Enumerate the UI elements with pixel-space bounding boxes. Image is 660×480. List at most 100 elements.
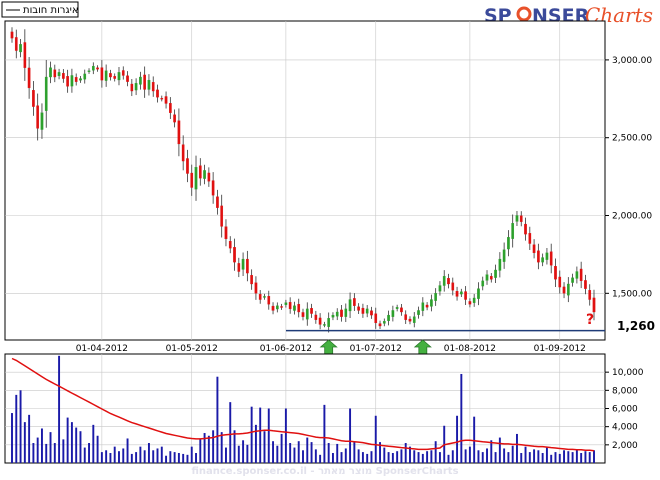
volume-bar — [366, 453, 369, 463]
candle-body — [164, 96, 168, 104]
candle-body — [498, 258, 502, 271]
volume-bar — [23, 422, 26, 463]
volume-bar — [456, 415, 459, 463]
candle-body — [331, 314, 335, 318]
candle-body — [335, 311, 339, 317]
legend-label: איגרות חובות — [23, 5, 79, 16]
volume-bar — [314, 449, 317, 463]
candle-body — [126, 75, 129, 82]
volume-bar — [421, 453, 424, 463]
candle-body — [579, 268, 583, 282]
volume-bar — [541, 453, 544, 463]
volume-bar — [242, 440, 245, 463]
candle-body — [156, 89, 159, 98]
volume-bar — [130, 453, 133, 463]
candle-body — [361, 307, 365, 314]
candle-body — [74, 77, 78, 82]
volume-bar — [404, 443, 407, 463]
candle-body — [412, 316, 416, 323]
volume-bar — [302, 450, 304, 463]
price-y-axis: 1,500.00 2,000.00 2,500.00 3,000.00 — [605, 56, 652, 299]
price-y-tick-label: 1,500.00 — [612, 289, 652, 299]
candle-body — [477, 288, 480, 299]
volume-bar — [45, 443, 48, 463]
candle-body — [323, 324, 326, 326]
volume-bar — [220, 432, 223, 463]
volume-bar — [49, 432, 52, 463]
candle-body — [549, 251, 553, 266]
volume-y-tick-label: 8,000 — [612, 386, 638, 396]
candle-body — [391, 310, 395, 317]
candle-body — [134, 83, 138, 91]
volume-bar — [575, 449, 578, 463]
candle-body — [87, 70, 91, 72]
volume-bar — [118, 451, 120, 463]
candle-body — [382, 321, 386, 324]
volume-bar — [11, 413, 13, 463]
up-arrow-icon — [319, 339, 338, 356]
volume-bar — [173, 452, 176, 463]
volume-bar — [19, 390, 22, 463]
question-mark: ? — [586, 312, 594, 328]
volume-bar — [203, 433, 206, 463]
candle-body — [584, 280, 587, 289]
candle-body — [19, 44, 22, 53]
volume-bar — [464, 449, 467, 463]
volume-bar — [156, 448, 159, 463]
volume-y-tick-label: 4,000 — [612, 423, 638, 433]
candle-body — [485, 274, 489, 281]
candle-body — [515, 215, 519, 222]
volume-bar — [105, 450, 108, 463]
candle-body — [139, 76, 142, 85]
candle-body — [211, 180, 215, 196]
candle-body — [143, 74, 146, 90]
volume-bar — [225, 447, 227, 463]
candle-body — [147, 79, 151, 90]
volume-bar — [460, 373, 463, 463]
volume-bar — [374, 415, 377, 463]
candle-body — [224, 226, 228, 240]
candle-body — [169, 103, 172, 113]
volume-bar — [344, 448, 347, 463]
volume-bar — [152, 450, 155, 463]
candle-body — [404, 314, 408, 320]
candle-body — [160, 98, 164, 100]
candle-body — [288, 302, 292, 310]
volume-bar — [468, 446, 471, 463]
volume-bar — [498, 437, 501, 463]
volume-bar — [92, 424, 95, 463]
volume-bar — [434, 441, 437, 463]
candle-body — [472, 297, 476, 303]
candle-body — [442, 276, 446, 286]
candle-body — [430, 299, 433, 307]
candle-body — [451, 282, 455, 291]
candle-body — [489, 276, 493, 280]
candle-body — [220, 205, 224, 227]
volume-bar — [584, 451, 587, 463]
volume-bar — [567, 451, 570, 463]
volume-bar — [135, 452, 138, 463]
volume-bar — [109, 453, 112, 463]
logo-o-icon — [516, 6, 532, 22]
volume-bar — [182, 453, 185, 463]
volume-bar — [306, 437, 309, 463]
volume-bar — [284, 408, 287, 463]
candle-body — [408, 318, 412, 322]
candle-body — [173, 114, 176, 123]
volume-bar — [494, 452, 497, 463]
candle-body — [104, 70, 108, 81]
candle-body — [348, 299, 352, 312]
volume-bar — [323, 404, 326, 463]
candle-body — [545, 252, 549, 260]
candle-body — [327, 318, 331, 327]
volume-bar — [207, 435, 210, 463]
volume-bar — [195, 453, 197, 463]
candle-body — [374, 313, 378, 324]
candle-body — [541, 257, 544, 263]
volume-bar — [528, 452, 531, 463]
volume-bar — [507, 452, 510, 463]
candle-body — [194, 167, 198, 190]
volume-bar — [190, 446, 193, 463]
price-x-tick-label: 01-04-2012 — [76, 344, 128, 354]
candle-body — [378, 323, 382, 327]
